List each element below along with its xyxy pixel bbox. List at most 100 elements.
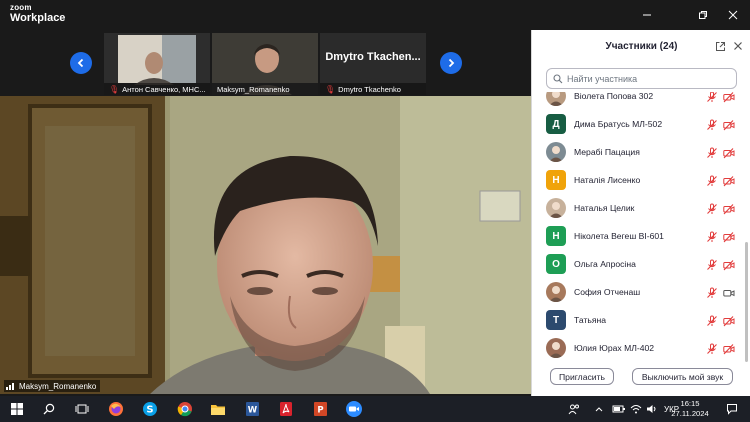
chevron-left-icon [77, 58, 84, 68]
firefox-button[interactable] [106, 399, 126, 419]
invite-button[interactable]: Пригласить [550, 368, 614, 385]
word-button[interactable]: W [242, 399, 262, 419]
search-icon [43, 403, 55, 415]
task-view-button[interactable] [72, 399, 92, 419]
participant-name: Ольга Апросіна [574, 259, 636, 269]
taskbar-clock[interactable]: 16:15 27.11.2024 [668, 399, 712, 419]
search-placeholder: Найти участника [567, 73, 638, 84]
svg-text:S: S [146, 405, 153, 416]
avatar-initial: О [552, 258, 560, 270]
participant-avatar [546, 282, 566, 302]
chevron-right-icon [448, 58, 455, 68]
mic-muted-icon [706, 258, 718, 270]
wifi-icon[interactable] [630, 404, 642, 414]
minimize-button[interactable] [630, 0, 664, 30]
gallery-next-button[interactable] [440, 52, 462, 74]
search-taskbar-button[interactable] [39, 399, 59, 419]
participant-row[interactable]: О Ольга Апросіна [532, 250, 744, 278]
zoom-app-icon [346, 401, 362, 417]
participants-panel-footer: Пригласить Выключить мой звук [532, 364, 750, 396]
participant-row[interactable]: Віолета Попова 302 [532, 92, 744, 110]
video-tile-big-name: Dmytro Tkachen... [325, 51, 421, 63]
zoom-logo: zoom Workplace [10, 4, 65, 24]
participant-name: Наталья Целик [574, 203, 635, 213]
video-tile-name: Dmytro Tkachenko [338, 84, 401, 94]
clock-date: 27.11.2024 [671, 409, 709, 418]
speaker-icon[interactable] [646, 404, 658, 414]
avatar-photo [549, 342, 563, 358]
notification-icon [727, 404, 737, 415]
task-view-icon [75, 404, 89, 414]
file-explorer-button[interactable] [208, 399, 228, 419]
participant-row[interactable]: Наталья Целик [532, 194, 744, 222]
mute-self-button[interactable]: Выключить мой звук [632, 368, 733, 385]
search-icon [553, 73, 563, 83]
video-tile-name-label: Maksym_Romanenko [212, 83, 318, 95]
participant-search-input[interactable]: Найти участника [546, 68, 737, 89]
mic-muted-icon [706, 174, 718, 186]
speaker-name-label: Maksym_Romanenko [4, 380, 101, 392]
pdf-icon [280, 402, 292, 416]
mic-muted-icon [706, 286, 718, 298]
camera-off-icon [723, 258, 735, 271]
chevron-up-icon[interactable] [594, 404, 604, 414]
firefox-icon [109, 402, 123, 416]
participants-scrollbar[interactable] [744, 92, 749, 390]
participant-row[interactable]: Н Наталія Лисенко [532, 166, 744, 194]
skype-button[interactable]: S [140, 399, 160, 419]
participant-row[interactable]: Мерабі Пацация [532, 138, 744, 166]
people-icon[interactable] [568, 403, 580, 415]
chrome-button[interactable] [175, 399, 195, 419]
participant-avatar [546, 92, 566, 106]
video-tile-name: Maksym_Romanenko [217, 84, 290, 94]
notifications-button[interactable] [722, 399, 742, 419]
pop-out-button[interactable] [713, 39, 727, 53]
start-button[interactable] [7, 399, 27, 419]
participant-row[interactable]: Юлия Юрах МЛ-402 [532, 334, 744, 362]
restore-button[interactable] [686, 0, 720, 30]
participant-avatar [546, 338, 566, 358]
video-tile-anton[interactable]: 🎙 Антон Савченко, МНС... [104, 33, 210, 95]
participant-name: Татьяна [574, 315, 607, 325]
scrollbar-thumb[interactable] [745, 242, 748, 362]
avatar-initial: Д [552, 118, 560, 130]
participant-avatar: Н [546, 170, 566, 190]
mic-muted-icon [706, 92, 718, 102]
gallery-prev-button[interactable] [70, 52, 92, 74]
camera-off-icon [723, 314, 735, 327]
avatar-initial: Н [552, 230, 560, 242]
avatar-photo [549, 202, 563, 218]
close-panel-button[interactable] [731, 39, 745, 53]
active-speaker-video[interactable]: Maksym_Romanenko [0, 96, 531, 394]
video-tile-name-label: 🎙 Dmytro Tkachenko [320, 83, 426, 95]
camera-off-icon [723, 174, 735, 187]
video-tile-name-label: 🎙 Антон Савченко, МНС... [104, 83, 210, 95]
participants-panel-header: Участники (24) [532, 30, 750, 62]
video-tile-maksym[interactable]: Maksym_Romanenko [212, 33, 318, 95]
avatar-initial: Т [552, 314, 560, 326]
folder-icon [211, 405, 225, 415]
powerpoint-button[interactable]: P [310, 399, 330, 419]
participant-row[interactable]: Д Дима Братусь МЛ-502 [532, 110, 744, 138]
speaker-name: Maksym_Romanenko [19, 381, 97, 391]
zoom-taskbar-button[interactable] [344, 399, 364, 419]
brand-line-2: Workplace [10, 12, 66, 24]
skype-icon: S [143, 402, 157, 416]
participant-name: Мерабі Пацация [574, 147, 640, 157]
participant-row[interactable]: Н Ніколета Вегеш ВІ-601 [532, 222, 744, 250]
participant-row[interactable]: Т Татьяна [532, 306, 744, 334]
windows-taskbar: S W P УКР 16:15 27.11.2024 [0, 396, 750, 422]
participant-avatar: О [546, 254, 566, 274]
acrobat-button[interactable] [276, 399, 296, 419]
participant-name: Юлия Юрах МЛ-402 [574, 343, 655, 353]
brand-line-1: zoom [10, 3, 32, 12]
video-tile-dmytro[interactable]: Dmytro Tkachen... 🎙 Dmytro Tkachenko [320, 33, 426, 95]
participants-list: Віолета Попова 302 Д Дима Братусь МЛ-502 Ме… [532, 92, 744, 390]
chrome-icon [177, 402, 192, 417]
close-button[interactable] [716, 0, 750, 30]
camera-icon [723, 286, 735, 298]
battery-icon[interactable] [612, 404, 626, 414]
clock-time: 16:15 [680, 399, 700, 408]
participant-avatar: Д [546, 114, 566, 134]
participant-row[interactable]: София Отченаш [532, 278, 744, 306]
